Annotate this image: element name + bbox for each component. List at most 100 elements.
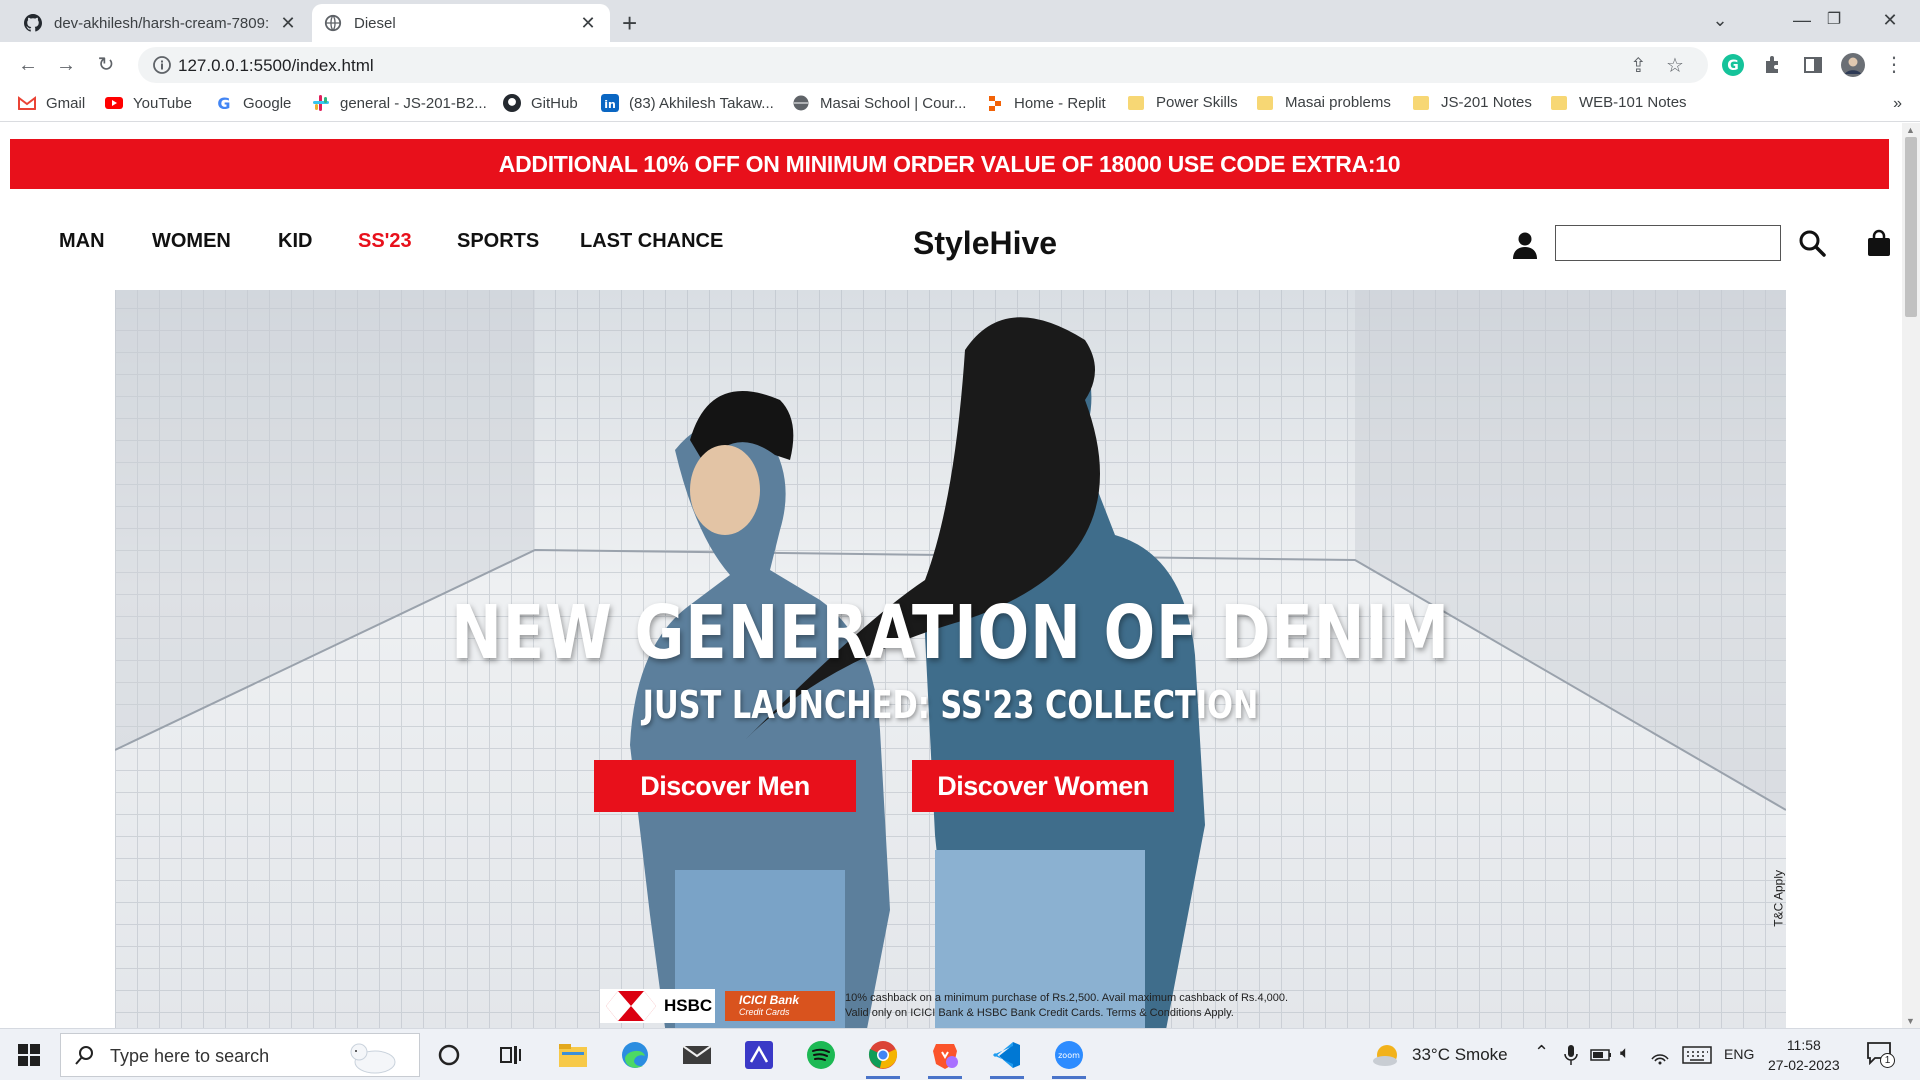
bookmark-youtube[interactable]: YouTube (105, 94, 192, 112)
file-explorer-icon[interactable] (556, 1038, 590, 1072)
keyboard-icon[interactable] (1682, 1046, 1712, 1064)
chrome-icon[interactable] (866, 1038, 900, 1079)
microphone-icon[interactable] (1564, 1045, 1578, 1065)
task-view-icon[interactable] (494, 1038, 528, 1072)
shopping-bag-icon[interactable] (1866, 229, 1892, 257)
windows-start-icon[interactable] (18, 1044, 40, 1066)
bookmark-folder-js201[interactable]: JS-201 Notes (1413, 94, 1532, 111)
brand-logo[interactable]: StyleHive (913, 225, 1057, 262)
icici-subtext: Credit Cards (739, 1007, 790, 1017)
linkedin-icon: in (601, 94, 619, 112)
bookmark-masai[interactable]: Masai School | Cour... (792, 94, 966, 112)
bookmark-folder-power-skills[interactable]: Power Skills (1128, 94, 1238, 111)
edge-icon[interactable] (618, 1038, 652, 1072)
page-viewport: ADDITIONAL 10% OFF ON MINIMUM ORDER VALU… (0, 123, 1920, 1028)
icici-logo: ICICI Bank Credit Cards (725, 991, 835, 1021)
bookmark-google[interactable]: G Google (215, 94, 291, 112)
nav-ss23[interactable]: SS'23 (358, 230, 412, 253)
bookmark-star-icon[interactable]: ☆ (1666, 53, 1684, 78)
bookmark-label: Gmail (46, 94, 86, 112)
bank-offer-line-2: Valid only on ICICI Bank & HSBC Bank Cre… (845, 1007, 1234, 1019)
tab-github[interactable]: dev-akhilesh/harsh-cream-7809: ✕ (12, 4, 310, 42)
forward-button[interactable]: → (52, 51, 80, 79)
hsbc-logo: HSBC (600, 989, 715, 1023)
clock-time: 11:58 (1786, 1037, 1821, 1053)
bookmark-replit[interactable]: Home - Replit (986, 94, 1106, 112)
github-icon (503, 94, 521, 112)
zoom-icon[interactable]: zoom (1052, 1038, 1086, 1079)
nav-sports[interactable]: SPORTS (457, 230, 539, 253)
bookmark-folder-masai-problems[interactable]: Masai problems (1257, 94, 1391, 111)
scroll-up-icon[interactable]: ▲ (1906, 125, 1915, 135)
more-bookmarks-icon[interactable]: » (1893, 95, 1902, 113)
discover-women-button[interactable]: Discover Women (912, 760, 1174, 812)
tab-diesel[interactable]: Diesel ✕ (312, 4, 610, 42)
brave-icon[interactable] (928, 1038, 962, 1079)
wifi-icon[interactable] (1650, 1045, 1670, 1065)
bookmark-label: JS-201 Notes (1441, 94, 1532, 111)
nav-women[interactable]: WOMEN (152, 230, 231, 253)
bookmark-label: Masai School | Cour... (820, 94, 967, 112)
menu-kebab-icon[interactable]: ⋮ (1880, 51, 1908, 79)
nav-man[interactable]: MAN (59, 230, 105, 253)
bookmark-label: GitHub (531, 94, 578, 112)
nav-kid[interactable]: KID (278, 230, 312, 253)
page-scrollbar[interactable]: ▲ ▼ (1902, 123, 1920, 1028)
discover-men-button[interactable]: Discover Men (594, 760, 856, 812)
bookmark-linkedin[interactable]: in (83) Akhilesh Takaw... (601, 94, 774, 112)
tray-overflow-icon[interactable]: ⌃ (1534, 1042, 1549, 1063)
address-bar[interactable]: 127.0.0.1:5500/index.html ⇪ ☆ (138, 47, 1708, 83)
folder-icon (1551, 95, 1567, 110)
vpn-app-icon[interactable] (742, 1038, 776, 1072)
bookmark-slack[interactable]: general - JS-201-B2... (312, 94, 487, 112)
bookmark-github[interactable]: GitHub (503, 94, 578, 112)
bookmark-label: Power Skills (1156, 94, 1238, 111)
taskbar-search[interactable]: Type here to search (60, 1033, 420, 1077)
new-tab-button[interactable]: + (622, 8, 637, 39)
bookmark-gmail[interactable]: Gmail (18, 94, 85, 112)
google-icon: G (217, 94, 230, 112)
user-icon[interactable] (1512, 231, 1538, 259)
svg-text:in: in (604, 98, 616, 111)
restore-button[interactable]: ❐ (1814, 4, 1854, 36)
clock-date: 27-02-2023 (1768, 1057, 1840, 1073)
close-tab-icon[interactable]: ✕ (278, 13, 298, 34)
cortana-icon[interactable] (432, 1038, 466, 1072)
extensions-icon[interactable] (1760, 52, 1786, 78)
vscode-icon[interactable] (990, 1038, 1024, 1079)
svg-text:zoom: zoom (1058, 1051, 1080, 1060)
close-tab-icon[interactable]: ✕ (578, 13, 598, 34)
grammarly-icon[interactable]: G (1720, 52, 1746, 78)
language-indicator[interactable]: ENG (1724, 1046, 1754, 1062)
bookmark-folder-web101[interactable]: WEB-101 Notes (1551, 94, 1687, 111)
avatar[interactable] (1840, 52, 1866, 78)
mail-icon[interactable] (680, 1038, 714, 1072)
info-icon[interactable] (152, 55, 172, 75)
github-icon (24, 14, 42, 32)
search-input[interactable] (1555, 225, 1781, 261)
bookmark-label: YouTube (133, 94, 192, 112)
side-panel-icon[interactable] (1800, 52, 1826, 78)
scrollbar-thumb[interactable] (1905, 137, 1917, 317)
hero-banner: NEW GENERATION OF DENIM JUST LAUNCHED: S… (115, 290, 1786, 1028)
notification-count-badge: 1 (1880, 1053, 1895, 1068)
search-icon[interactable] (1798, 229, 1826, 257)
weather-icon[interactable] (1372, 1041, 1402, 1069)
reload-button[interactable]: ↻ (92, 51, 120, 79)
spotify-icon[interactable] (804, 1038, 838, 1072)
hero-headline: NEW GENERATION OF DENIM (451, 590, 1450, 676)
clock[interactable]: 11:58 27-02-2023 (1768, 1035, 1840, 1075)
bookmark-label: Masai problems (1285, 94, 1391, 111)
hero-subheadline: JUST LAUNCHED: SS'23 COLLECTION (642, 683, 1259, 727)
back-button[interactable]: ← (14, 51, 42, 79)
tab-search-icon[interactable]: ⌄ (1700, 4, 1740, 36)
weather-text[interactable]: 33°C Smoke (1412, 1045, 1508, 1065)
volume-icon[interactable]: 🔈︎ (1620, 1043, 1630, 1063)
site-header: MAN WOMEN KID SS'23 SPORTS LAST CHANCE S… (0, 218, 1900, 268)
battery-icon[interactable] (1590, 1046, 1612, 1064)
nav-last-chance[interactable]: LAST CHANCE (580, 230, 723, 253)
share-icon[interactable]: ⇪ (1630, 53, 1647, 78)
scroll-down-icon[interactable]: ▼ (1906, 1016, 1915, 1026)
close-window-button[interactable]: ✕ (1870, 4, 1910, 36)
notifications-button[interactable]: 1 (1866, 1041, 1895, 1069)
